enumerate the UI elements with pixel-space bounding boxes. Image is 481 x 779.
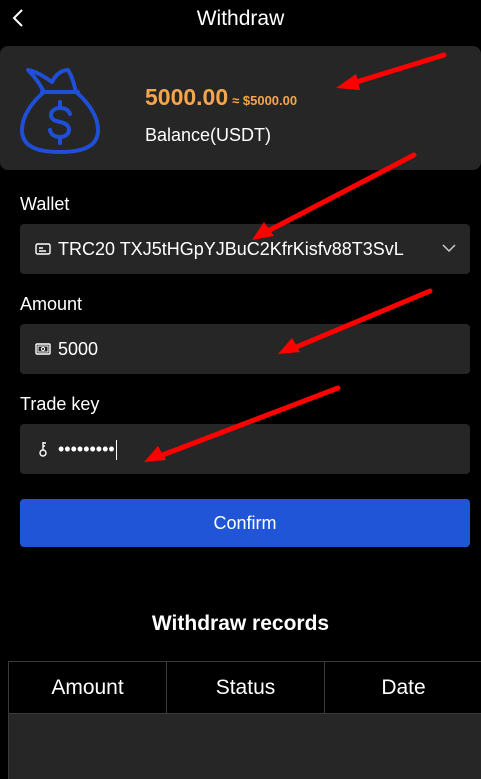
amount-input[interactable]: 5000 [20,324,470,374]
withdraw-page: Withdraw 5000.00 ≈ $5000.00 Balance(USDT)… [0,0,481,779]
confirm-button[interactable]: Confirm [20,499,470,547]
amount-value: 5000 [58,339,99,359]
balance-card: 5000.00 ≈ $5000.00 Balance(USDT) [0,46,481,170]
wallet-label: Wallet [20,194,70,214]
balance-amount: 5000.00 ≈ $5000.00 [145,84,297,114]
header: Withdraw [0,0,481,40]
balance-approx-usd: ≈ $5000.00 [232,93,298,108]
text-caret [115,440,117,461]
wallet-value: TRC20 TXJ5tHGpYJBuC2KfrKisfv88T3SvL [58,239,404,259]
column-date: Date [381,676,426,699]
page-title: Withdraw [196,7,285,30]
chevron-down-icon [442,244,456,253]
card-icon [35,243,51,255]
money-bag-icon [20,68,100,154]
balance-value: 5000.00 [145,84,229,110]
trade-key-input[interactable]: ••••••••• [20,424,470,474]
key-icon [39,442,47,457]
table-header-row: Amount Status Date [9,662,481,714]
table-body [9,714,481,779]
withdraw-records-title: Withdraw records [151,612,330,635]
amount-label: Amount [20,294,83,314]
balance-label: Balance(USDT) [145,125,272,145]
column-amount: Amount [9,662,167,713]
cash-icon [35,343,51,355]
trade-key-label: Trade key [20,394,100,414]
trade-key-masked: ••••••••• [58,439,115,459]
withdraw-records-table: Amount Status Date [8,661,481,779]
trade-key-value: ••••••••• [58,438,117,461]
column-status: Status [167,662,325,713]
wallet-select[interactable]: TRC20 TXJ5tHGpYJBuC2KfrKisfv88T3SvL [20,224,470,274]
